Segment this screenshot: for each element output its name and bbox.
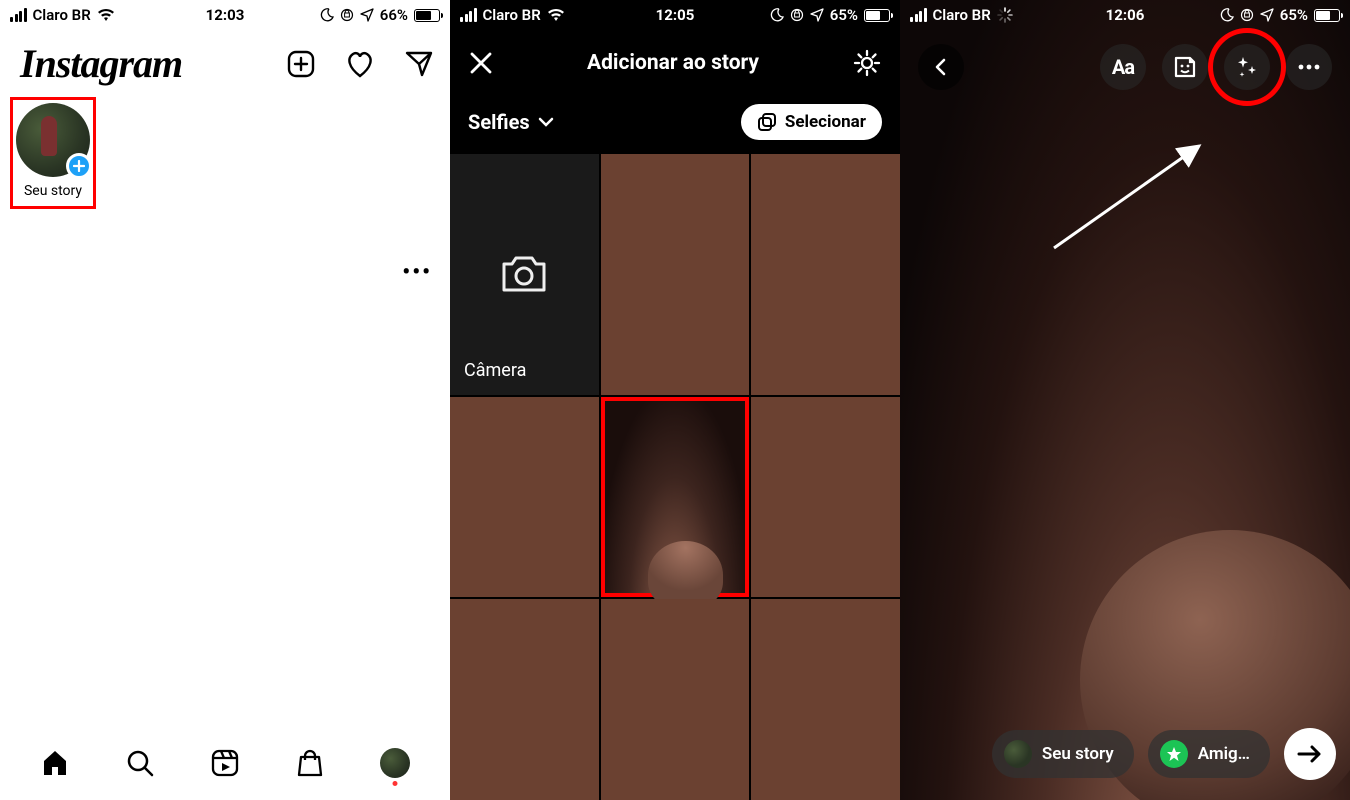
avatar-icon: [1004, 740, 1032, 768]
profile-tab-avatar[interactable]: [380, 748, 410, 778]
add-story-plus-icon: [66, 153, 92, 179]
activity-heart-icon[interactable]: [344, 49, 376, 79]
wifi-icon: [97, 8, 115, 22]
battery-icon: [414, 9, 440, 22]
back-button[interactable]: [918, 44, 964, 90]
more-dots-icon: [1298, 64, 1320, 70]
create-post-icon[interactable]: [286, 49, 316, 79]
photo-thumbnail[interactable]: [751, 599, 900, 800]
chevron-down-icon: [538, 117, 554, 127]
location-icon: [1260, 8, 1274, 22]
notification-dot-icon: [393, 781, 398, 786]
select-label: Selecionar: [785, 112, 866, 132]
send-button[interactable]: [1284, 728, 1336, 780]
status-bar: Claro BR 12:05 65%: [450, 0, 900, 30]
orientation-lock-icon: [340, 8, 354, 22]
battery-pct: 65%: [1280, 6, 1308, 24]
orientation-lock-icon: [790, 8, 804, 22]
album-dropdown[interactable]: Selfies: [468, 110, 554, 134]
share-your-story-label: Seu story: [1042, 744, 1114, 764]
location-icon: [360, 8, 374, 22]
battery-icon: [1314, 9, 1340, 22]
more-tools-button[interactable]: [1286, 44, 1332, 90]
screen-feed: Claro BR 12:03 66% Instagram: [0, 0, 450, 800]
camera-tile[interactable]: Câmera: [450, 154, 599, 395]
sticker-icon: [1172, 54, 1198, 80]
app-header: Instagram: [0, 30, 450, 97]
your-story-label: Seu story: [24, 183, 82, 199]
text-tool-label: Aa: [1112, 55, 1134, 79]
settings-gear-icon[interactable]: [852, 48, 882, 78]
album-label: Selfies: [468, 110, 530, 134]
battery-pct: 66%: [380, 6, 408, 24]
close-button[interactable]: [468, 50, 494, 76]
photo-thumbnail[interactable]: [450, 397, 599, 598]
arrow-right-icon: [1297, 744, 1323, 764]
carrier-label: Claro BR: [33, 6, 91, 24]
bottom-nav: [0, 738, 450, 788]
battery-icon: [864, 9, 890, 22]
text-tool-button[interactable]: Aa: [1100, 44, 1146, 90]
home-tab-icon[interactable]: [40, 748, 70, 778]
annotation-arrow: [1044, 138, 1214, 258]
wifi-icon: [547, 8, 565, 22]
reels-tab-icon[interactable]: [210, 748, 240, 778]
carrier-label: Claro BR: [483, 6, 541, 24]
carrier-label: Claro BR: [933, 6, 991, 24]
photo-thumbnail[interactable]: [751, 154, 900, 395]
effects-tool-button[interactable]: [1224, 44, 1270, 90]
sticker-tool-button[interactable]: [1162, 44, 1208, 90]
share-close-friends-button[interactable]: Amig…: [1148, 730, 1270, 778]
moon-icon: [1220, 8, 1234, 22]
camera-icon: [500, 254, 548, 294]
clock: 12:06: [1106, 6, 1145, 24]
instagram-logo[interactable]: Instagram: [20, 40, 182, 87]
page-title: Adicionar ao story: [587, 51, 759, 75]
orientation-lock-icon: [1240, 8, 1254, 22]
select-multiple-button[interactable]: Selecionar: [741, 104, 882, 140]
photo-thumbnail[interactable]: [601, 599, 750, 800]
screen-add-to-story: Claro BR 12:05 65% Adicionar ao story Se…: [450, 0, 900, 800]
status-bar: Claro BR 12:06 65%: [900, 0, 1350, 30]
moon-icon: [770, 8, 784, 22]
photo-thumbnail[interactable]: [601, 154, 750, 395]
location-icon: [810, 8, 824, 22]
battery-pct: 65%: [830, 6, 858, 24]
signal-icon: [10, 8, 27, 22]
screen-story-editor: Claro BR 12:06 65% Aa: [900, 0, 1350, 800]
more-options-icon[interactable]: •••: [402, 260, 432, 285]
close-friends-star-icon: [1160, 740, 1188, 768]
sparkle-icon: [1234, 54, 1260, 80]
multi-select-icon: [757, 112, 777, 132]
clock: 12:05: [656, 6, 695, 24]
photo-thumbnail-selected[interactable]: [601, 397, 750, 598]
signal-icon: [910, 8, 927, 22]
moon-icon: [320, 8, 334, 22]
search-tab-icon[interactable]: [125, 748, 155, 778]
loading-spinner-icon: [997, 7, 1013, 23]
shop-tab-icon[interactable]: [295, 748, 325, 778]
share-your-story-button[interactable]: Seu story: [992, 730, 1134, 778]
direct-messages-icon[interactable]: [404, 49, 434, 79]
photo-thumbnail[interactable]: [450, 599, 599, 800]
camera-label: Câmera: [464, 360, 526, 381]
clock: 12:03: [206, 6, 245, 24]
story-tray: Seu story: [0, 97, 450, 205]
signal-icon: [460, 8, 477, 22]
status-bar: Claro BR 12:03 66%: [0, 0, 450, 30]
photo-thumbnail[interactable]: [751, 397, 900, 598]
photo-grid: Câmera: [450, 154, 900, 800]
your-story-item[interactable]: Seu story: [10, 97, 96, 205]
share-close-friends-label: Amig…: [1198, 744, 1250, 764]
